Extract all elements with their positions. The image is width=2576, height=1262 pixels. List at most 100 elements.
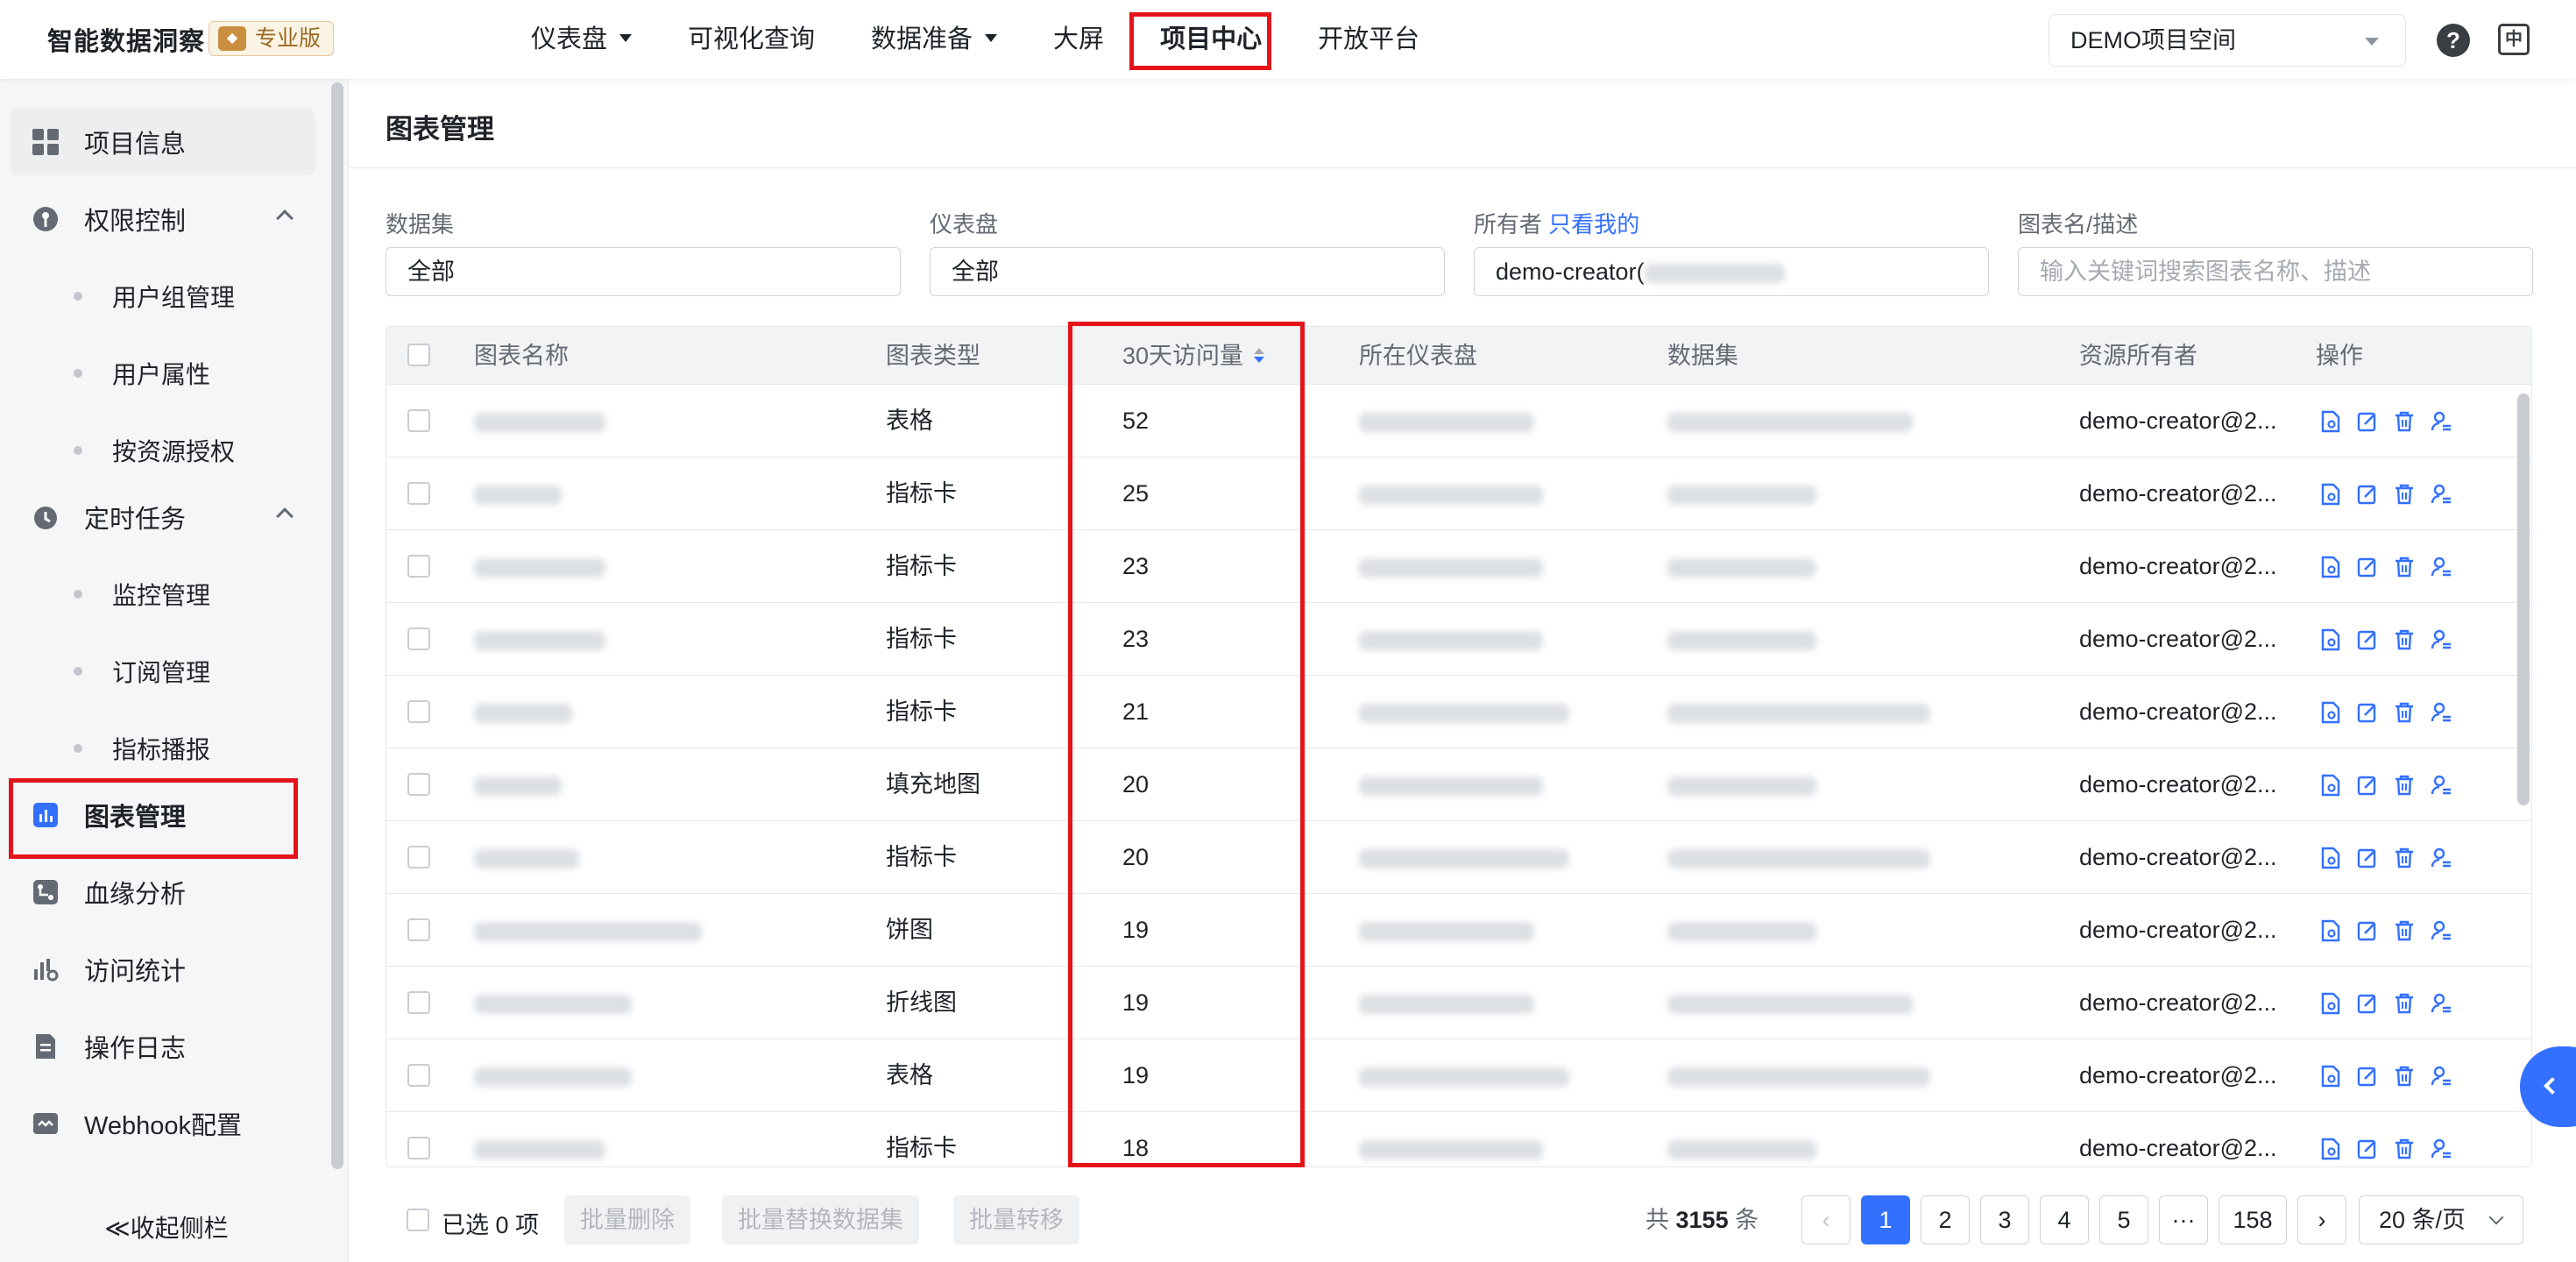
delete-icon[interactable] xyxy=(2392,555,2417,579)
col-visits-30d[interactable]: 30天访问量 xyxy=(1122,327,1265,385)
edit-icon[interactable] xyxy=(2355,846,2380,870)
chart-name-cell[interactable] xyxy=(474,894,702,966)
sidebar-item-subscription[interactable]: 订阅管理 xyxy=(11,638,315,705)
edit-icon[interactable] xyxy=(2355,482,2380,507)
nav-big-screen[interactable]: 大屏 xyxy=(1025,0,1132,79)
sidebar-item-operation-log[interactable]: 操作日志 xyxy=(11,1013,315,1080)
dashboard-cell[interactable] xyxy=(1359,967,1534,1039)
owner-filter-select[interactable]: demo-creator( xyxy=(1474,247,1989,296)
detail-icon[interactable] xyxy=(2318,627,2343,652)
detail-icon[interactable] xyxy=(2318,846,2343,870)
help-icon[interactable]: ? xyxy=(2437,24,2470,57)
page-size-select[interactable]: 20 条/页 xyxy=(2359,1195,2523,1244)
delete-icon[interactable] xyxy=(2392,1137,2417,1161)
transfer-icon[interactable] xyxy=(2429,700,2453,725)
sidebar-item-metric-broadcast[interactable]: 指标播报 xyxy=(11,715,315,782)
sidebar-item-access-stats[interactable]: 访问统计 xyxy=(11,936,315,1003)
batch-delete-button[interactable]: 批量删除 xyxy=(564,1195,690,1244)
detail-icon[interactable] xyxy=(2318,409,2343,434)
footer-select-all-checkbox[interactable] xyxy=(407,1209,429,1231)
transfer-icon[interactable] xyxy=(2429,991,2453,1016)
dataset-cell[interactable] xyxy=(1667,967,1913,1039)
dataset-cell[interactable] xyxy=(1667,457,1816,529)
transfer-icon[interactable] xyxy=(2429,409,2453,434)
dashboard-cell[interactable] xyxy=(1359,1039,1569,1111)
row-checkbox[interactable] xyxy=(407,627,430,650)
nav-project-center[interactable]: 项目中心 xyxy=(1132,0,1290,79)
row-checkbox[interactable] xyxy=(407,991,430,1014)
chart-name-cell[interactable] xyxy=(474,1112,605,1166)
transfer-icon[interactable] xyxy=(2429,846,2453,870)
page-last-button[interactable]: 158 xyxy=(2219,1195,2287,1244)
dataset-cell[interactable] xyxy=(1667,603,1816,675)
delete-icon[interactable] xyxy=(2392,1064,2417,1088)
sidebar-item-user-attr[interactable]: 用户属性 xyxy=(11,340,315,407)
page-3-button[interactable]: 3 xyxy=(1980,1195,2029,1244)
table-row[interactable]: 表格 52 demo-creator@2... xyxy=(386,385,2531,457)
select-all-checkbox[interactable] xyxy=(407,344,430,366)
nav-visual-query[interactable]: 可视化查询 xyxy=(660,0,843,79)
delete-icon[interactable] xyxy=(2392,846,2417,870)
delete-icon[interactable] xyxy=(2392,918,2417,943)
language-icon[interactable]: 中 xyxy=(2498,24,2530,55)
row-checkbox[interactable] xyxy=(407,1064,430,1087)
chart-name-cell[interactable] xyxy=(474,603,605,675)
page-2-button[interactable]: 2 xyxy=(1921,1195,1970,1244)
transfer-icon[interactable] xyxy=(2429,627,2453,652)
chart-name-cell[interactable] xyxy=(474,748,562,820)
edit-icon[interactable] xyxy=(2355,409,2380,434)
dataset-cell[interactable] xyxy=(1667,894,1816,966)
sidebar-item-webhook[interactable]: Webhook配置 xyxy=(11,1090,315,1157)
chevron-up-icon[interactable] xyxy=(276,507,294,525)
batch-transfer-button[interactable]: 批量转移 xyxy=(953,1195,1079,1244)
table-row[interactable]: 指标卡 23 demo-creator@2... xyxy=(386,603,2531,676)
detail-icon[interactable] xyxy=(2318,700,2343,725)
detail-icon[interactable] xyxy=(2318,773,2343,798)
sidebar-item-project-info[interactable]: 项目信息 xyxy=(11,109,315,175)
sidebar-item-chart-management[interactable]: 图表管理 xyxy=(11,782,315,848)
row-checkbox[interactable] xyxy=(407,918,430,941)
row-checkbox[interactable] xyxy=(407,482,430,505)
dashboard-cell[interactable] xyxy=(1359,530,1543,602)
detail-icon[interactable] xyxy=(2318,555,2343,579)
only-mine-link[interactable]: 只看我的 xyxy=(1548,211,1639,238)
table-row[interactable]: 填充地图 20 demo-creator@2... xyxy=(386,748,2531,821)
chart-name-cell[interactable] xyxy=(474,457,562,529)
dataset-cell[interactable] xyxy=(1667,385,1913,457)
chart-name-cell[interactable] xyxy=(474,530,605,602)
edit-icon[interactable] xyxy=(2355,991,2380,1016)
next-page-button[interactable]: › xyxy=(2297,1195,2346,1244)
chart-name-cell[interactable] xyxy=(474,385,605,457)
delete-icon[interactable] xyxy=(2392,991,2417,1016)
sidebar-item-monitor[interactable]: 监控管理 xyxy=(11,561,315,627)
sidebar-item-permission[interactable]: 权限控制 xyxy=(11,186,315,252)
dataset-cell[interactable] xyxy=(1667,748,1816,820)
nav-dashboard[interactable]: 仪表盘 xyxy=(503,0,660,79)
nav-data-prep[interactable]: 数据准备 xyxy=(843,0,1025,79)
dataset-cell[interactable] xyxy=(1667,530,1816,602)
sort-icon[interactable] xyxy=(1254,348,1265,364)
table-row[interactable]: 折线图 19 demo-creator@2... xyxy=(386,967,2531,1039)
delete-icon[interactable] xyxy=(2392,700,2417,725)
transfer-icon[interactable] xyxy=(2429,482,2453,507)
transfer-icon[interactable] xyxy=(2429,918,2453,943)
detail-icon[interactable] xyxy=(2318,991,2343,1016)
transfer-icon[interactable] xyxy=(2429,555,2453,579)
sidebar-item-scheduled-tasks[interactable]: 定时任务 xyxy=(11,484,315,550)
chart-name-cell[interactable] xyxy=(474,1039,632,1111)
table-row[interactable]: 表格 19 demo-creator@2... xyxy=(386,1039,2531,1112)
table-scrollbar[interactable] xyxy=(2517,393,2530,805)
page-4-button[interactable]: 4 xyxy=(2040,1195,2089,1244)
delete-icon[interactable] xyxy=(2392,627,2417,652)
project-select[interactable]: DEMO项目空间 xyxy=(2049,14,2406,67)
dataset-cell[interactable] xyxy=(1667,821,1930,893)
page-1-button[interactable]: 1 xyxy=(1861,1195,1910,1244)
table-row[interactable]: 饼图 19 demo-creator@2... xyxy=(386,894,2531,967)
dataset-cell[interactable] xyxy=(1667,1039,1930,1111)
table-row[interactable]: 指标卡 25 demo-creator@2... xyxy=(386,457,2531,530)
row-checkbox[interactable] xyxy=(407,700,430,723)
dataset-filter-select[interactable]: 全部 xyxy=(386,247,901,296)
table-row[interactable]: 指标卡 21 demo-creator@2... xyxy=(386,676,2531,748)
detail-icon[interactable] xyxy=(2318,1137,2343,1161)
sidebar-item-user-group[interactable]: 用户组管理 xyxy=(11,263,315,330)
